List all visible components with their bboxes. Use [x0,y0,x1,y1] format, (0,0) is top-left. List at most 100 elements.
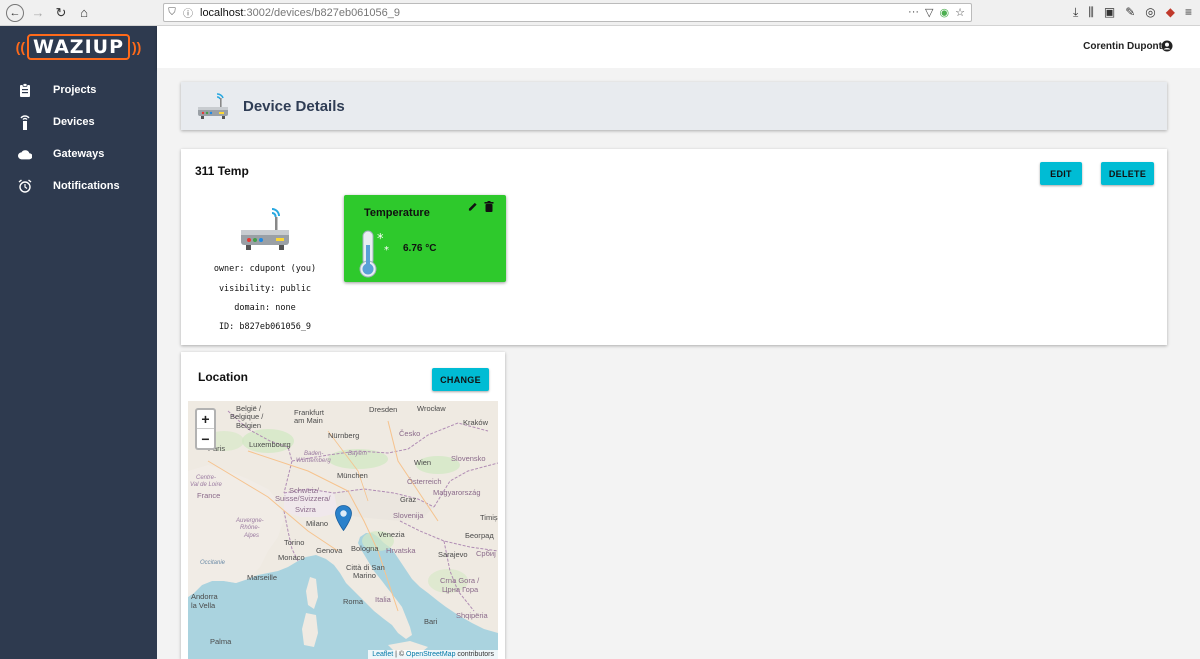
map-label: Wien [414,458,432,467]
map-zoom-control: + − [195,408,216,450]
home-icon[interactable]: ⌂ [75,4,93,22]
map-label: Bayern [348,451,368,457]
map-label: Centre- [196,475,217,481]
map-label: Sarajevo [438,550,468,559]
sidebar-item-notifications[interactable]: Notifications [0,170,157,202]
router-icon [198,93,228,119]
edit-pencil-icon[interactable] [468,201,478,212]
leaflet-link[interactable]: Leaflet [372,651,393,658]
map-attribution: Leaflet | © OpenStreetMap contributors [368,650,498,659]
map-label: Svizra [295,505,316,514]
device-owner: owner: cdupont (you) [213,264,317,274]
info-icon[interactable]: ⓘ [180,5,196,20]
map-label: Genova [316,546,343,555]
trash-icon[interactable] [484,201,494,212]
map-label: am Main [294,416,323,425]
sidebar-item-projects[interactable]: Projects [0,74,157,106]
address-bar[interactable]: ⛉ ⓘ localhost:3002/devices/b827eb061056_… [163,3,972,22]
device-name: 311 Temp [195,164,249,178]
map-label: Timiș [480,513,498,522]
main-content: Device Details 311 Temp EDIT DELETE owne… [157,68,1200,659]
location-card: Location CHANGE België / Belgique / Belg… [181,352,505,659]
sensor-card-temperature[interactable]: Temperature * * 6.76 °C [344,195,506,282]
map-label: Slovensko [451,454,486,463]
map-label: Suisse/Svizzera/ [275,494,331,503]
map-label: Belgien [236,421,262,430]
map-label: Crna Gora / [440,576,480,585]
shield-icon: ⛉ [168,7,176,18]
zoom-in-button[interactable]: + [197,410,214,429]
attribution-text: contributors [455,651,494,658]
sidebar-item-gateways[interactable]: Gateways [0,138,157,170]
thermometer-cold-icon: * * [359,230,389,278]
app-bar: Corentin Dupont [157,26,1200,68]
pocket-icon[interactable]: ▽ [925,6,933,19]
extension-icon[interactable]: ◉ [940,6,950,19]
map-label: Kraków [463,418,489,427]
sidebar: (( WAZIUP )) Projects Devices Gateways N… [0,26,157,659]
forward-arrow-icon[interactable]: → [29,4,47,22]
user-account-icon[interactable] [1161,40,1173,52]
map-label: Roma [343,597,364,606]
map-label: Црна Гора [442,585,479,594]
map-label: Torino [284,538,305,547]
page-title: Device Details [243,97,345,115]
map-label: Slovenija [393,511,424,520]
map-label: Monaco [278,553,305,562]
account-icon[interactable]: ◎ [1145,5,1155,20]
map-label: Württemberg [296,458,331,464]
signal-right-icon: )) [132,39,142,55]
map-label: Bologna [351,544,379,553]
zoom-out-button[interactable]: − [197,429,214,448]
sidebar-item-label: Projects [53,84,97,96]
browser-toolbar: ← → ↻ ⌂ ⛉ ⓘ localhost:3002/devices/b827e… [0,0,1200,26]
edit-button[interactable]: EDIT [1040,162,1082,185]
back-arrow-icon[interactable]: ← [6,3,24,22]
osm-link[interactable]: OpenStreetMap [406,651,455,658]
location-title: Location [198,370,248,384]
map-label: Luxembourg [249,440,291,449]
map-label: Magyarország [433,488,481,497]
map-label: Česko [399,429,421,438]
map-label: Graz [400,495,417,504]
device-card: 311 Temp EDIT DELETE owner: cdupont (you… [181,149,1167,345]
map-marker-icon[interactable] [335,505,352,531]
sidebar-item-devices[interactable]: Devices [0,106,157,138]
map-label: France [197,491,221,500]
delete-button[interactable]: DELETE [1101,162,1154,185]
map-label: Val de Loire [190,482,222,488]
cloud-icon [18,147,32,161]
menu-icon[interactable]: ≡ [1185,5,1192,20]
clipboard-icon [18,83,32,97]
library-icon[interactable]: ⫼ [1088,5,1094,20]
user-name[interactable]: Corentin Dupont [1083,41,1162,52]
map-label: Hrvatska [386,546,416,555]
download-icon[interactable]: ⤓ [1073,5,1078,20]
change-location-button[interactable]: CHANGE [432,368,489,391]
reload-icon[interactable]: ↻ [52,4,70,22]
antenna-icon [18,115,32,130]
map-label: Palma [210,637,232,646]
bookmark-star-icon[interactable]: ☆ [955,6,965,19]
map-label: Milano [306,519,329,528]
sidebar-item-label: Devices [53,116,95,128]
map-label: Wrocław [417,404,446,413]
attribution-separator: | © [393,651,407,658]
location-map[interactable]: België / Belgique / Belgien Frankfurt am… [188,401,498,659]
eyedropper-icon[interactable]: ✎ [1125,5,1135,20]
sensor-value: 6.76 °C [403,243,437,254]
page-header: Device Details [181,82,1167,130]
page-actions-icon[interactable]: ··· [908,6,919,19]
svg-text:*: * [384,245,389,256]
map-label: München [337,471,368,480]
sidebar-toggle-icon[interactable]: ▣ [1104,5,1115,20]
map-label: Marino [353,571,376,580]
map-label: Marseille [247,573,278,582]
addon-icon[interactable]: ◆ [1166,5,1175,20]
logo[interactable]: (( WAZIUP )) [0,26,157,68]
sidebar-item-label: Notifications [53,180,120,192]
svg-text:*: * [377,232,384,247]
map-label: Nürnberg [328,431,360,440]
device-domain: domain: none [234,303,296,313]
map-label: Bari [424,617,438,626]
